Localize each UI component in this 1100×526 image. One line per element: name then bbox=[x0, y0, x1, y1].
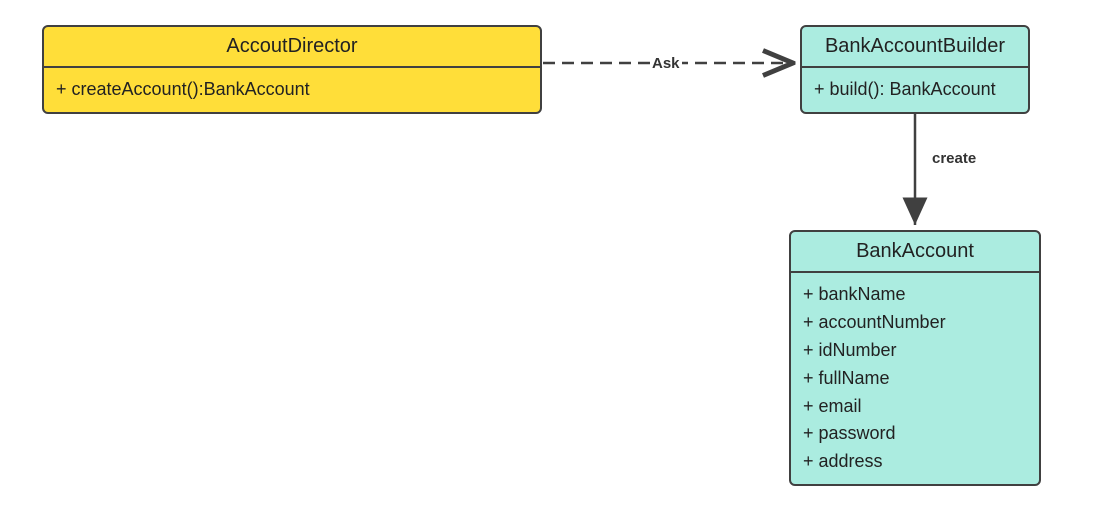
class-attribute: + accountNumber bbox=[803, 309, 1027, 337]
class-body: + bankName + accountNumber + idNumber + … bbox=[791, 273, 1039, 484]
class-attribute: + password bbox=[803, 420, 1027, 448]
class-name: BankAccountBuilder bbox=[802, 27, 1028, 68]
class-name: BankAccount bbox=[791, 232, 1039, 273]
class-name: AccoutDirector bbox=[44, 27, 540, 68]
relation-label-ask: Ask bbox=[650, 55, 682, 72]
class-accout-director: AccoutDirector + createAccount():BankAcc… bbox=[42, 25, 542, 114]
class-body: + build(): BankAccount bbox=[802, 68, 1028, 112]
relation-label-create: create bbox=[930, 150, 978, 167]
class-attribute: + email bbox=[803, 393, 1027, 421]
class-bank-account: BankAccount + bankName + accountNumber +… bbox=[789, 230, 1041, 486]
class-method: + createAccount():BankAccount bbox=[56, 76, 528, 104]
class-body: + createAccount():BankAccount bbox=[44, 68, 540, 112]
class-attribute: + idNumber bbox=[803, 337, 1027, 365]
class-attribute: + address bbox=[803, 448, 1027, 476]
class-attribute: + bankName bbox=[803, 281, 1027, 309]
class-bank-account-builder: BankAccountBuilder + build(): BankAccoun… bbox=[800, 25, 1030, 114]
class-attribute: + fullName bbox=[803, 365, 1027, 393]
class-method: + build(): BankAccount bbox=[814, 76, 1016, 104]
